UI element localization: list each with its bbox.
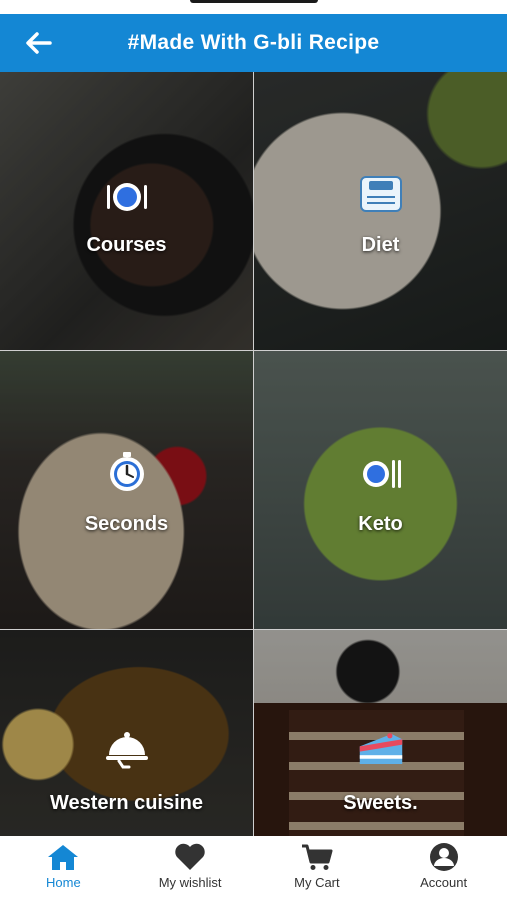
category-label: Courses bbox=[86, 234, 167, 256]
app-header: #Made With G-bli Recipe bbox=[0, 14, 507, 72]
plate-cutlery-icon bbox=[358, 453, 404, 495]
home-icon bbox=[46, 842, 80, 872]
stopwatch-icon bbox=[104, 451, 150, 493]
scale-icon bbox=[358, 172, 404, 214]
plate-cutlery-icon bbox=[104, 176, 150, 218]
nav-label: My wishlist bbox=[158, 875, 222, 890]
cake-icon bbox=[358, 728, 404, 770]
category-label: Western cuisine bbox=[49, 792, 204, 814]
category-label: Sweets. bbox=[343, 792, 418, 814]
device-notch bbox=[190, 0, 318, 3]
page-title: #Made With G-bli Recipe bbox=[127, 31, 380, 54]
nav-label: Home bbox=[46, 875, 81, 890]
heart-icon bbox=[173, 842, 207, 872]
nav-label: Account bbox=[420, 875, 468, 890]
cart-icon bbox=[300, 842, 334, 872]
category-grid: Courses Diet Seconds Keto Western cuisin… bbox=[0, 72, 507, 838]
arrow-left-icon bbox=[26, 32, 52, 54]
back-button[interactable] bbox=[22, 28, 54, 58]
app-screen: #Made With G-bli Recipe Courses Diet Sec… bbox=[0, 0, 507, 900]
nav-item-home[interactable]: Home bbox=[0, 836, 126, 900]
category-tile-keto[interactable]: Keto bbox=[254, 351, 507, 629]
category-tile-sweets[interactable]: Sweets. bbox=[254, 630, 507, 838]
nav-label: My Cart bbox=[294, 875, 340, 890]
user-icon bbox=[427, 842, 461, 872]
category-label: Seconds bbox=[84, 513, 169, 535]
category-label: Diet bbox=[361, 234, 400, 256]
nav-item-cart[interactable]: My Cart bbox=[254, 836, 380, 900]
bottom-navigation: Home My wishlist My Cart Account bbox=[0, 836, 507, 900]
nav-item-account[interactable]: Account bbox=[381, 836, 507, 900]
cloche-icon bbox=[104, 728, 150, 770]
status-bar bbox=[0, 0, 507, 14]
category-tile-diet[interactable]: Diet bbox=[254, 72, 507, 350]
category-tile-courses[interactable]: Courses bbox=[0, 72, 253, 350]
nav-item-wishlist[interactable]: My wishlist bbox=[127, 836, 253, 900]
category-tile-seconds[interactable]: Seconds bbox=[0, 351, 253, 629]
category-label: Keto bbox=[358, 513, 403, 535]
category-tile-western-cuisine[interactable]: Western cuisine bbox=[0, 630, 253, 838]
